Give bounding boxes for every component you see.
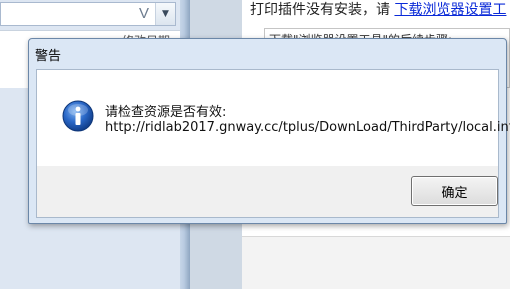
dialog-message-line1: 请检查资源是否有效: (105, 105, 227, 120)
page-footer-strip (242, 236, 510, 289)
plugin-missing-text: 打印插件没有安装，请 (250, 2, 390, 18)
dialog-message-url: http://ridlab2017.gnway.cc/tplus/DownLoa… (105, 120, 510, 135)
download-browser-settings-link[interactable]: 下载浏览器设置工 (394, 2, 506, 18)
dialog-title: 警告 (35, 49, 62, 64)
info-icon (62, 100, 94, 132)
chevron-down-icon[interactable]: ▼ (155, 3, 175, 25)
plugin-missing-message: 打印插件没有安装，请 下载浏览器设置工 (250, 0, 506, 19)
ok-button[interactable]: 确定 (411, 176, 498, 206)
dialog-message-area: 请检查资源是否有效: http://ridlab2017.gnway.cc/tp… (37, 70, 510, 166)
combo-value: V (138, 5, 149, 22)
dialog-titlebar[interactable]: 警告 (29, 39, 506, 69)
address-combo[interactable]: V ▼ (0, 2, 176, 26)
warning-dialog: 警告 请检查资源是否有效: http://ridlab2017.gnway.cc… (28, 38, 510, 224)
dialog-client-area: 请检查资源是否有效: http://ridlab2017.gnway.cc/tp… (36, 69, 510, 218)
